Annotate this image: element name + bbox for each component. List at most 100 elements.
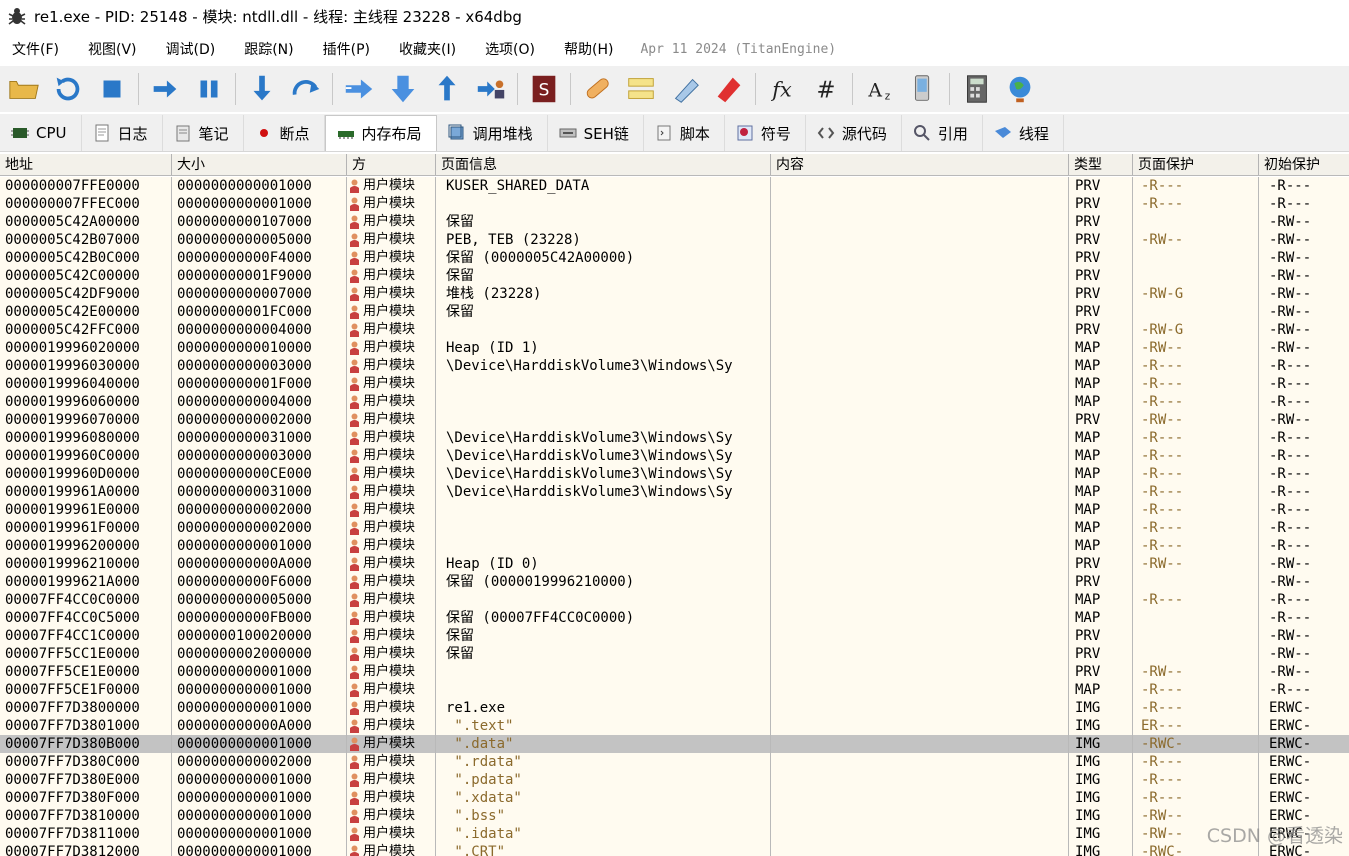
table-row[interactable]: 0000019996020000 0000000000010000 用户模块 Heap… [0, 339, 1349, 357]
table-row[interactable]: 0000005C42E00000 00000000001FC000 用户模块 保留 PR… [0, 303, 1349, 321]
table-row[interactable]: 00000199960C0000 0000000000003000 用户模块 \Dev… [0, 447, 1349, 465]
table-row[interactable]: 00007FF7D3811000 0000000000001000 用户模块 ".i… [0, 825, 1349, 843]
step-over-button[interactable] [288, 71, 324, 107]
font-size-button[interactable]: Az [861, 71, 897, 107]
user-module-icon [350, 809, 359, 823]
table-row[interactable]: 0000019996070000 0000000000002000 用户模块 PRV -… [0, 411, 1349, 429]
cell-protection: -RW-- [1133, 663, 1259, 681]
tab-notes[interactable]: 笔记 [163, 115, 244, 151]
table-row[interactable]: 00007FF7D380C000 0000000000002000 用户模块 ".r… [0, 753, 1349, 771]
pause-button[interactable] [191, 71, 227, 107]
table-row[interactable]: 00007FF7D3812000 0000000000001000 用户模块 ".C… [0, 843, 1349, 856]
table-row[interactable]: 00007FF4CC1C0000 0000000100020000 用户模块 保留 PR… [0, 627, 1349, 645]
open-folder-button[interactable] [6, 71, 42, 107]
tab-breakpoint[interactable]: 断点 [244, 115, 325, 151]
cell-address: 0000019996200000 [0, 537, 172, 555]
menu-item-2[interactable]: 调试(D) [154, 39, 233, 59]
table-row[interactable]: 00007FF5CC1E0000 0000000002000000 用户模块 保留 PR… [0, 645, 1349, 663]
tab-seh-chain[interactable]: SEH链 [548, 115, 644, 151]
column-page-info[interactable]: 页面信息 [436, 154, 771, 175]
tab-threads[interactable]: 线程 [983, 115, 1064, 151]
scylla-button[interactable]: S [526, 71, 562, 107]
globe-button[interactable] [1002, 71, 1038, 107]
tab-source[interactable]: 源代码 [806, 115, 902, 151]
table-row[interactable]: 00000199960D0000 00000000000CE000 用户模块 \Dev… [0, 465, 1349, 483]
table-row[interactable]: 00007FF7D380F000 0000000000001000 用户模块 ".x… [0, 789, 1349, 807]
user-module-icon [350, 683, 359, 697]
label-button[interactable] [667, 71, 703, 107]
table-row[interactable]: 0000005C42C00000 00000000001F9000 用户模块 保留 PR… [0, 267, 1349, 285]
table-row[interactable]: 000000007FFEC000 0000000000001000 用户模块 PRV -… [0, 195, 1349, 213]
table-row[interactable]: 00000199961F0000 0000000000002000 用户模块 MAP -… [0, 519, 1349, 537]
tab-symbols[interactable]: 符号 [725, 115, 806, 151]
table-row[interactable]: 00000199961A0000 0000000000031000 用户模块 \Dev… [0, 483, 1349, 501]
table-row[interactable]: 00007FF7D380E000 0000000000001000 用户模块 ".p… [0, 771, 1349, 789]
device-button[interactable] [905, 71, 941, 107]
table-row[interactable]: 0000005C42FFC000 0000000000004000 用户模块 PRV -… [0, 321, 1349, 339]
function-button[interactable]: fx [764, 71, 800, 107]
menu-item-3[interactable]: 跟踪(N) [232, 39, 310, 59]
table-row[interactable]: 00007FF4CC0C0000 0000000000005000 用户模块 MAP -… [0, 591, 1349, 609]
table-row[interactable]: 0000019996200000 0000000000001000 用户模块 MAP -… [0, 537, 1349, 555]
run-button[interactable] [147, 71, 183, 107]
tab-cpu[interactable]: CPU [0, 115, 82, 151]
table-row[interactable]: 0000019996080000 0000000000031000 用户模块 \Dev… [0, 429, 1349, 447]
menu-item-1[interactable]: 视图(V) [76, 39, 154, 59]
execute-till-return-button[interactable] [429, 71, 465, 107]
memory-map-table[interactable]: 000000007FFE0000 0000000000001000 用户模块 KUSE… [0, 177, 1349, 856]
table-row[interactable]: 000000007FFE0000 0000000000001000 用户模块 KUSE… [0, 177, 1349, 195]
table-row[interactable]: 000001999621A000 00000000000F6000 用户模块 保留 (… [0, 573, 1349, 591]
trace-into-button[interactable] [341, 71, 377, 107]
stop-button[interactable] [94, 71, 130, 107]
column-initial-protection[interactable]: 初始保护 [1259, 154, 1349, 175]
tab-references[interactable]: 引用 [902, 115, 983, 151]
step-into-button[interactable] [244, 71, 280, 107]
cell-type: PRV [1069, 303, 1133, 321]
table-row[interactable]: 0000019996210000 000000000000A000 用户模块 Heap… [0, 555, 1349, 573]
column-party[interactable]: 方 [347, 154, 436, 175]
menu-item-0[interactable]: 文件(F) [0, 39, 76, 59]
run-to-user-code-button[interactable] [473, 71, 509, 107]
table-row[interactable]: 00007FF7D3810000 0000000000001000 用户模块 ".b… [0, 807, 1349, 825]
column-protection[interactable]: 页面保护 [1133, 154, 1259, 175]
cell-initial-protection: ERWC- [1269, 790, 1312, 806]
column-type[interactable]: 类型 [1069, 154, 1133, 175]
cell-page-info: \Device\HarddiskVolume3\Windows\Sy [436, 429, 771, 447]
table-row[interactable]: 00007FF7D3800000 0000000000001000 用户模块 re1.… [0, 699, 1349, 717]
table-row[interactable]: 0000019996060000 0000000000004000 用户模块 MAP -… [0, 393, 1349, 411]
hash-button[interactable]: # [808, 71, 844, 107]
cell-size: 0000000000004000 [172, 393, 347, 411]
trace-over-button[interactable] [385, 71, 421, 107]
column-address[interactable]: 地址 [0, 154, 172, 175]
table-row[interactable]: 0000005C42DF9000 0000000000007000 用户模块 堆栈 (… [0, 285, 1349, 303]
cell-party: 用户模块 [347, 717, 436, 735]
menu-item-7[interactable]: 帮助(H) [552, 39, 630, 59]
cell-protection: -R--- [1133, 771, 1259, 789]
table-row[interactable]: 0000019996040000 000000000001F000 用户模块 MAP -… [0, 375, 1349, 393]
tab-call-stack[interactable]: 调用堆栈 [437, 115, 548, 151]
table-row[interactable]: 0000005C42B07000 0000000000005000 用户模块 PEB,… [0, 231, 1349, 249]
menu-item-6[interactable]: 选项(O) [473, 39, 552, 59]
patch-button[interactable] [579, 71, 615, 107]
tab-log[interactable]: 日志 [82, 115, 163, 151]
tab-memory-map[interactable]: 内存布局 [324, 115, 437, 151]
restart-button[interactable] [50, 71, 86, 107]
bookmark-button[interactable] [711, 71, 747, 107]
table-row[interactable]: 00007FF5CE1E0000 0000000000001000 用户模块 PRV -… [0, 663, 1349, 681]
column-size[interactable]: 大小 [172, 154, 347, 175]
table-row[interactable]: 00000199961E0000 0000000000002000 用户模块 MAP -… [0, 501, 1349, 519]
calculator-button[interactable] [958, 71, 994, 107]
table-row[interactable]: 00007FF7D3801000 000000000000A000 用户模块 ".t… [0, 717, 1349, 735]
table-row[interactable]: 00007FF7D380B000 0000000000001000 用户模块 ".d… [0, 735, 1349, 753]
menu-item-5[interactable]: 收藏夹(I) [387, 39, 473, 59]
table-row[interactable]: 00007FF5CE1F0000 0000000000001000 用户模块 MAP -… [0, 681, 1349, 699]
table-row[interactable]: 0000005C42B0C000 00000000000F4000 用户模块 保留 (… [0, 249, 1349, 267]
seh-chain-icon [559, 128, 577, 138]
table-row[interactable]: 0000005C42A00000 0000000000107000 用户模块 保留 PR… [0, 213, 1349, 231]
table-row[interactable]: 00007FF4CC0C5000 00000000000FB000 用户模块 保留 (… [0, 609, 1349, 627]
column-content[interactable]: 内容 [771, 154, 1069, 175]
tab-script[interactable]: 脚本 [644, 115, 725, 151]
table-row[interactable]: 0000019996030000 0000000000003000 用户模块 \Dev… [0, 357, 1349, 375]
menu-item-4[interactable]: 插件(P) [311, 39, 387, 59]
comment-button[interactable] [623, 71, 659, 107]
